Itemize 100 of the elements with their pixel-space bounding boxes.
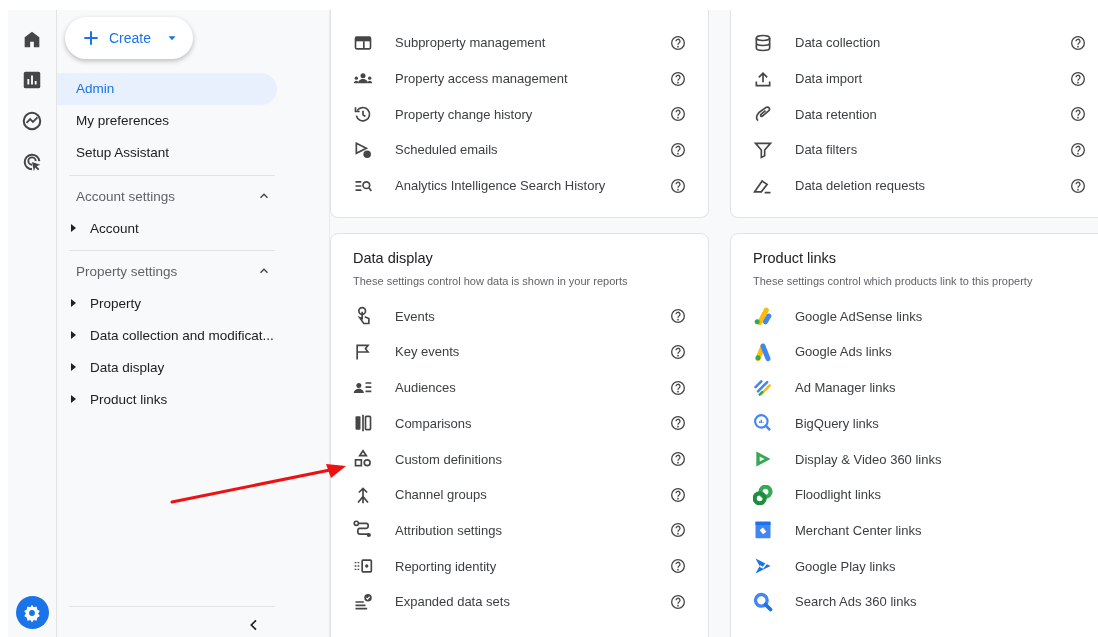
row-label: Channel groups: [395, 487, 488, 503]
help-icon[interactable]: [1070, 177, 1086, 194]
sidebar-tree-item[interactable]: Account: [57, 212, 277, 244]
a-shape-logo-icon: [753, 341, 773, 362]
bar-chart-icon[interactable]: [21, 69, 43, 91]
settings-row[interactable]: BigQuery links: [753, 405, 1098, 442]
trend-circle-icon[interactable]: [21, 110, 43, 132]
sidebar-item-label: Data display: [90, 359, 165, 375]
slanted-bars-logo-icon: [753, 306, 773, 327]
settings-row[interactable]: Data retention: [753, 96, 1098, 133]
settings-row[interactable]: Display & Video 360 links: [753, 441, 1098, 477]
row-label: Attribution settings: [395, 522, 503, 538]
card-subtitle: These settings control how data is shown in your reports: [353, 275, 629, 288]
storefront-tag-icon: [753, 520, 773, 541]
row-label: Property access management: [395, 71, 569, 87]
row-label: Key events: [395, 344, 461, 360]
create-button[interactable]: Create: [65, 17, 193, 59]
settings-row[interactable]: Data deletion requests: [753, 167, 1098, 204]
settings-row[interactable]: Merchant Center links: [753, 512, 1098, 549]
sidebar-tree-item[interactable]: Data display: [57, 351, 277, 383]
section-header[interactable]: Account settings: [57, 180, 277, 212]
help-icon[interactable]: [670, 415, 686, 432]
chain-link-icon: [753, 484, 773, 505]
help-icon[interactable]: [670, 558, 686, 575]
settings-row[interactable]: Comparisons: [353, 405, 708, 442]
settings-row[interactable]: Data filters: [753, 132, 1098, 168]
row-label: Subproperty management: [395, 35, 547, 51]
settings-row[interactable]: Data collection: [753, 25, 1098, 61]
help-icon[interactable]: [670, 522, 686, 539]
row-label: Merchant Center links: [795, 522, 923, 538]
help-icon[interactable]: [670, 451, 686, 468]
row-label: BigQuery links: [795, 415, 880, 431]
shapes-icon: [353, 449, 373, 470]
section-title: Account settings: [76, 188, 176, 204]
row-label: Data deletion requests: [795, 178, 927, 194]
row-label: Reporting identity: [395, 558, 498, 574]
settings-row[interactable]: Reporting identity: [353, 548, 708, 584]
sidebar-tree-item[interactable]: Product links: [57, 383, 277, 415]
settings-row[interactable]: Subproperty management: [353, 25, 708, 61]
help-icon[interactable]: [1070, 70, 1086, 87]
row-label: Analytics Intelligence Search History: [395, 178, 607, 194]
settings-row[interactable]: Custom definitions: [353, 441, 708, 477]
sidebar-item[interactable]: Admin: [57, 73, 277, 105]
plus-icon: [81, 28, 101, 48]
help-icon[interactable]: [670, 177, 686, 194]
help-icon[interactable]: [670, 70, 686, 87]
settings-row[interactable]: Events: [353, 298, 708, 335]
help-icon[interactable]: [1070, 141, 1086, 158]
settings-row[interactable]: Property change history: [353, 96, 708, 133]
settings-row[interactable]: Attribution settings: [353, 512, 708, 549]
section-title: Property settings: [76, 263, 178, 279]
settings-button[interactable]: [15, 596, 49, 629]
settings-row[interactable]: Google AdSense links: [753, 298, 1098, 335]
gear-icon: [22, 602, 42, 623]
row-label: Google AdSense links: [795, 308, 924, 324]
sidebar-item[interactable]: Setup Assistant: [57, 137, 277, 169]
row-label: Google Play links: [795, 558, 897, 574]
sidebar-tree-item[interactable]: Property: [57, 287, 277, 319]
settings-row[interactable]: Data import: [753, 60, 1098, 97]
help-icon[interactable]: [1070, 106, 1086, 123]
row-label: Expanded data sets: [395, 594, 511, 610]
settings-row[interactable]: Channel groups: [353, 476, 708, 513]
settings-row[interactable]: Search Ads 360 links: [753, 583, 1098, 620]
section-header[interactable]: Property settings: [57, 255, 277, 287]
row-label: Property change history: [395, 106, 534, 122]
settings-row[interactable]: Analytics Intelligence Search History: [353, 167, 708, 204]
settings-row[interactable]: Google Ads links: [753, 334, 1098, 370]
help-icon[interactable]: [1070, 34, 1086, 51]
settings-row[interactable]: Audiences: [353, 369, 708, 406]
card-title: Data display: [353, 250, 434, 269]
help-icon[interactable]: [670, 34, 686, 51]
help-icon[interactable]: [670, 308, 686, 325]
help-icon[interactable]: [670, 141, 686, 158]
settings-row[interactable]: Expanded data sets: [353, 583, 708, 620]
settings-row[interactable]: Key events: [353, 334, 708, 370]
help-icon[interactable]: [670, 593, 686, 610]
history-icon: [353, 104, 373, 125]
magnifier-chart-icon: [753, 413, 773, 434]
settings-row[interactable]: Scheduled emails: [353, 132, 708, 168]
row-label: Search Ads 360 links: [795, 594, 918, 610]
card-subtitle: These settings control which products link to this property: [753, 275, 1034, 288]
help-icon[interactable]: [670, 486, 686, 503]
row-label: Data filters: [795, 142, 859, 158]
row-label: Display & Video 360 links: [795, 451, 943, 467]
settings-row[interactable]: Floodlight links: [753, 476, 1098, 513]
help-icon[interactable]: [670, 106, 686, 123]
row-label: Google Ads links: [795, 344, 893, 360]
columns-icon: [353, 413, 373, 434]
settings-row[interactable]: Google Play links: [753, 548, 1098, 584]
settings-row[interactable]: Property access management: [353, 60, 708, 97]
sidebar-item-label: Data collection and modificat...: [90, 327, 274, 343]
row-label: Custom definitions: [395, 451, 503, 467]
cursor-click-icon[interactable]: [21, 151, 43, 173]
help-icon[interactable]: [670, 379, 686, 396]
settings-row[interactable]: Ad Manager links: [753, 369, 1098, 406]
sidebar-item[interactable]: My preferences: [57, 105, 277, 137]
send-clock-icon: [353, 139, 373, 160]
help-icon[interactable]: [670, 343, 686, 360]
sidebar-tree-item[interactable]: Data collection and modificat...: [57, 319, 277, 351]
row-label: Floodlight links: [795, 487, 882, 503]
